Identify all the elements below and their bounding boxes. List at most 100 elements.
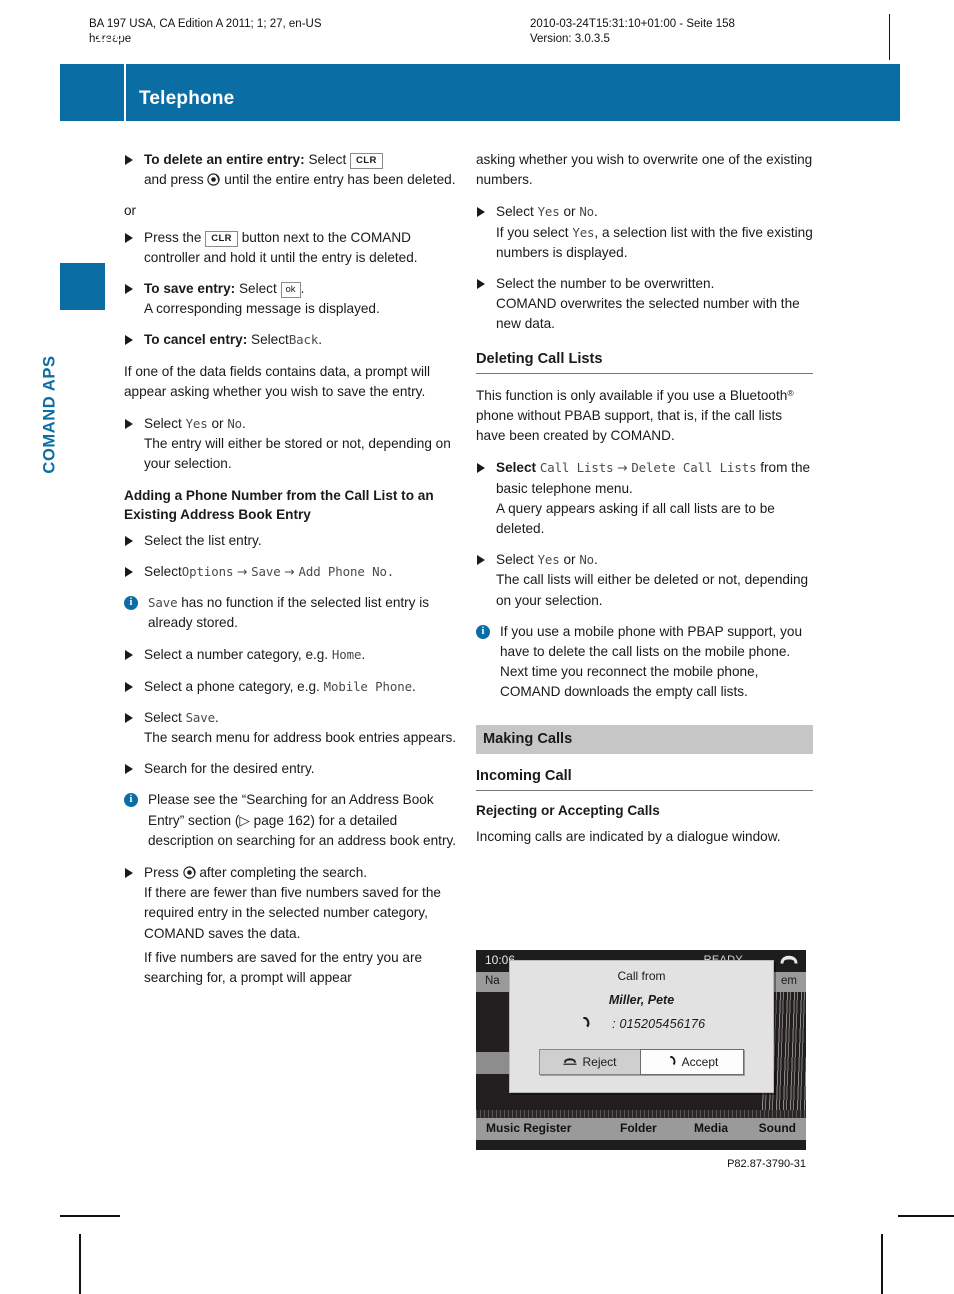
list-item: Select Call Lists → Delete Call Lists fr… (476, 458, 813, 539)
bullet-triangle-icon (125, 650, 133, 661)
ok-key-icon: ok (280, 282, 301, 299)
manual-page: BA 197 USA, CA Edition A 2011; 1; 27, en… (0, 0, 954, 1294)
paragraph: Incoming calls are indicated by a dialog… (476, 829, 781, 845)
step-label: To delete an entire entry: (144, 152, 305, 167)
ui-term-add-phone-no: Add Phone No. (298, 563, 395, 579)
step-text: Select the list entry. (144, 532, 262, 548)
step-text: Select (238, 281, 277, 297)
clr-key-icon: CLR (205, 230, 238, 247)
list-item: Select Yes or No. The entry will either … (124, 414, 461, 475)
incoming-call-dialog: Call from Miller, Pete : 015205456176 Re… (509, 960, 774, 1093)
comand-screenshot: 10:06 READY Na em Call from Miller, Pete (476, 950, 806, 1150)
or-separator: or (124, 203, 137, 219)
step-detail: COMAND overwrites the selected number wi… (496, 296, 800, 332)
step-text: Select (496, 552, 534, 568)
accept-call-button[interactable]: Accept (640, 1049, 744, 1075)
step-text: Select (308, 152, 347, 167)
conjunction: or (563, 552, 576, 568)
bullet-triangle-icon (125, 155, 133, 165)
conjunction: or (563, 204, 576, 220)
paragraph-part2: phone without PBAB support, that is, if … (476, 408, 783, 444)
menu-item-folder[interactable]: Folder (620, 1121, 657, 1135)
ui-term-no: No (579, 552, 595, 568)
step-label: To save entry: (144, 281, 236, 297)
menu-item-media[interactable]: Media (694, 1121, 728, 1135)
ui-term-home: Home (331, 647, 362, 663)
section-heading-making-calls: Making Calls (476, 724, 813, 754)
period: . (594, 204, 598, 220)
step-text: Search for the desired entry. (144, 761, 315, 777)
caller-number-row: : 015205456176 (510, 1015, 773, 1033)
step-text: Select the number to be overwritten. (496, 276, 715, 292)
list-item: Press after completing the search. If th… (124, 863, 461, 988)
info-note: i If you use a mobile phone with PBAP su… (476, 622, 813, 703)
period: . (411, 678, 416, 694)
note-text: has no function if the selected list ent… (148, 595, 430, 631)
section-vertical-label: COMAND APS (40, 355, 59, 474)
crop-mark-bl-v (79, 1234, 81, 1294)
list-item: Press the CLR button next to the COMAND … (124, 228, 461, 268)
note-text: If you use a mobile phone with PBAP supp… (500, 623, 803, 700)
accept-label: Accept (681, 1055, 719, 1069)
bullet-triangle-icon (125, 712, 133, 723)
list-item: Search for the desired entry. (124, 759, 461, 779)
ui-term-no: No (227, 416, 243, 432)
ui-term-yes: Yes (185, 416, 208, 432)
step-text-cont: and press (144, 172, 204, 188)
list-item: To save entry: Select ok. A correspondin… (124, 279, 461, 319)
ui-term-no: No (579, 204, 595, 220)
step-detail: The search menu for address book entries… (144, 730, 457, 746)
step-text-cont2: until the entire entry has been deleted. (224, 172, 456, 188)
comand-background-stripe (476, 1110, 806, 1118)
bullet-triangle-icon (125, 232, 133, 243)
list-item: Select the list entry. (124, 531, 461, 551)
list-item: To delete an entire entry: Select CLR an… (124, 150, 461, 190)
page-number: 158 (94, 26, 124, 45)
menu-item-music-register[interactable]: Music Register (486, 1121, 571, 1135)
paragraph: This function is only available if you u… (476, 383, 813, 447)
step-text: Select (144, 709, 182, 725)
step-text: Select (496, 460, 537, 476)
bullet-triangle-icon (477, 555, 485, 566)
section-heading-deleting-call-lists: Deleting Call Lists (476, 349, 813, 374)
comand-bottom-menu[interactable]: Music Register Folder Media Sound (476, 1118, 806, 1140)
ui-term-yes: Yes (537, 552, 560, 568)
step-detail: If you select (496, 224, 569, 240)
ui-term-yes: Yes (537, 204, 560, 220)
paragraph-part1: This function is only available if you u… (476, 387, 788, 403)
bullet-triangle-icon (125, 419, 133, 430)
menu-item-sound[interactable]: Sound (759, 1121, 796, 1135)
ui-term-call-lists: Call Lists (539, 460, 614, 476)
step-detail: A corresponding message is displayed. (144, 301, 380, 317)
paragraph: If one of the data fields contains data,… (124, 363, 431, 399)
right-column: asking whether you wish to overwrite one… (476, 150, 813, 859)
paragraph-continued: asking whether you wish to overwrite one… (476, 152, 813, 188)
dialog-title: Call from (617, 969, 666, 983)
left-column: To delete an entire entry: Select CLR an… (124, 150, 461, 999)
ui-term-options: Options (181, 563, 234, 579)
ui-term-delete-call-lists: Delete Call Lists (631, 460, 757, 476)
menu-item-system[interactable]: em (781, 975, 797, 987)
ui-term: Back (288, 332, 319, 348)
bullet-triangle-icon (125, 764, 133, 775)
bullet-triangle-icon (477, 463, 485, 474)
period: . (361, 647, 366, 663)
caller-number: : 015205456176 (612, 1017, 705, 1031)
info-note: i Please see the “Searching for an Addre… (124, 790, 461, 851)
section-heading-incoming-call: Incoming Call (476, 766, 813, 792)
figure-id: P82.87-3790-31 (727, 1158, 806, 1170)
list-item: To cancel entry: SelectBack. (124, 330, 461, 350)
crop-mark-br-v (881, 1234, 883, 1294)
section-tab-marker (60, 263, 105, 310)
meta-right-line2: Version: 3.0.3.5 (530, 33, 610, 45)
list-item: Select Yes or No. If you select Yes, a s… (476, 202, 813, 263)
comand-controller-press-icon (207, 173, 221, 186)
info-icon: i (124, 793, 138, 808)
menu-item-navi[interactable]: Na (485, 975, 500, 987)
reject-call-button[interactable]: Reject (540, 1050, 640, 1074)
period: . (300, 281, 305, 297)
dialog-button-group: Reject Accept (539, 1049, 744, 1075)
bullet-triangle-icon (125, 284, 133, 295)
step-detail-2: If five numbers are saved for the entry … (144, 949, 423, 986)
clr-key-icon: CLR (350, 153, 383, 169)
